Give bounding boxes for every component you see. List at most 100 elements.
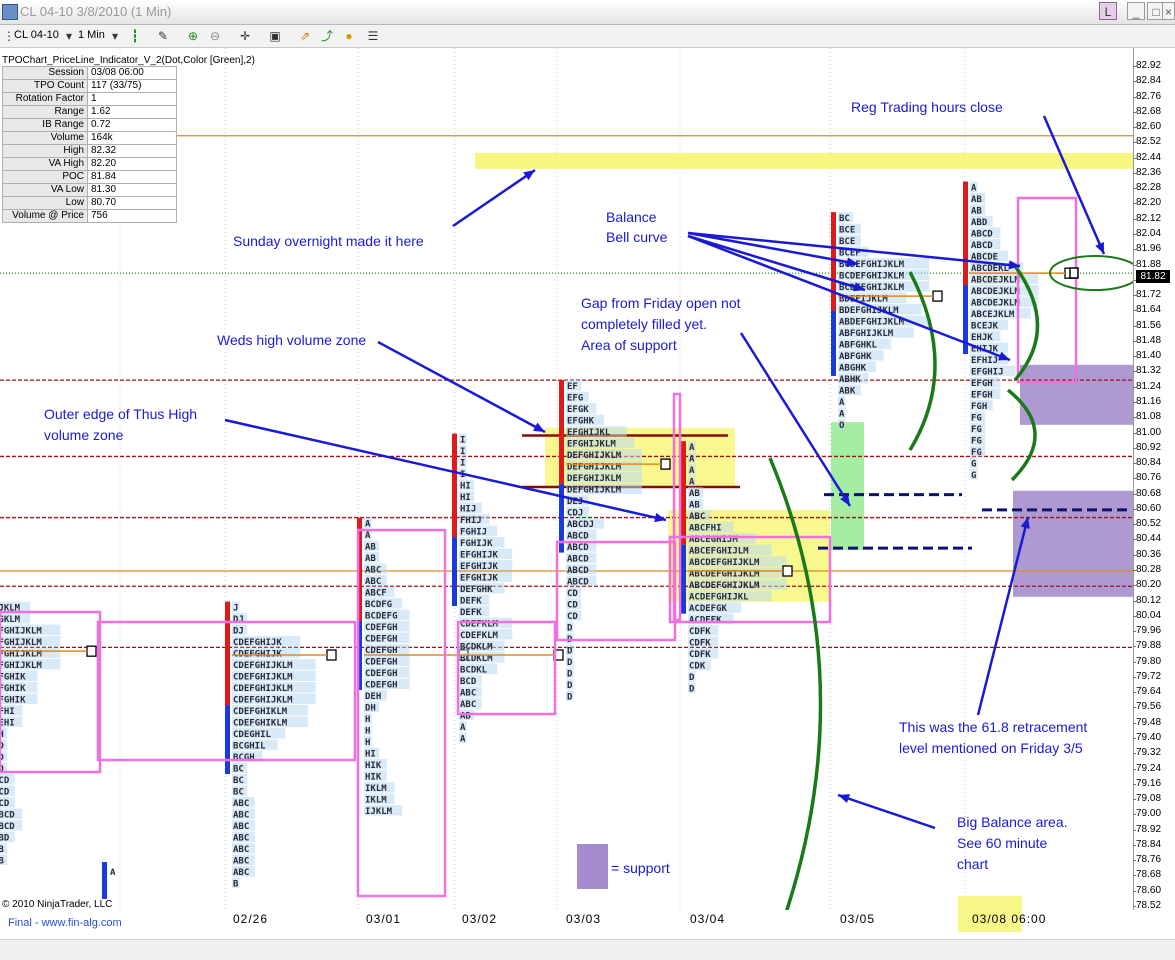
- annotation-retracement-line1: This was the 61.8 retracement: [899, 719, 1088, 735]
- tpo-row: CD: [567, 601, 578, 611]
- tpo-row: EFGHIK: [0, 684, 26, 694]
- info-row: VA Low 81.30: [2, 183, 177, 197]
- crosshair-icon[interactable]: ✛: [238, 29, 252, 43]
- zoom-out-icon[interactable]: ⊖: [208, 29, 222, 43]
- strategies-icon[interactable]: ⤴: [320, 29, 334, 43]
- y-tick-label: 82.84: [1132, 75, 1162, 87]
- y-tick-label: 80.52: [1132, 518, 1162, 530]
- poc-marker: [932, 290, 943, 302]
- info-value: 81.84: [87, 170, 177, 184]
- instrument-selector[interactable]: CL 04-10: [14, 29, 59, 41]
- y-tick-label: 79.48: [1132, 716, 1162, 728]
- tpo-row: A: [839, 410, 845, 420]
- indicators-icon[interactable]: ⇗: [298, 29, 312, 43]
- tpo-row: AB: [0, 845, 4, 855]
- tpo-row: EFGH: [971, 391, 993, 401]
- annotation-gap-line1: Gap from Friday open not: [581, 295, 741, 311]
- tpo-row: ABCD: [567, 566, 589, 576]
- properties-icon[interactable]: ▣: [268, 29, 282, 43]
- tpo-row: FHIJ: [460, 516, 482, 526]
- y-tick-label: 80.92: [1132, 441, 1162, 453]
- tpo-row: BCGH: [233, 753, 255, 763]
- zoom-in-icon[interactable]: ⊕: [186, 29, 200, 43]
- initial-balance-bar: [681, 544, 686, 614]
- tpo-row: ABCEFGHIJLM: [689, 547, 749, 557]
- close-button[interactable]: ×: [1162, 2, 1175, 20]
- info-value: 03/08 06:00: [87, 66, 177, 80]
- initial-balance-bar: [963, 181, 968, 286]
- tpo-row: ABCDEJKLM: [971, 287, 1020, 297]
- footer-link[interactable]: Final - www.fin-alg.com: [8, 917, 122, 929]
- y-tick-label: 81.32: [1132, 365, 1162, 377]
- tpo-row: FG: [971, 437, 982, 447]
- tpo-row: BCDKL: [460, 666, 488, 676]
- tpo-row: H: [365, 727, 370, 737]
- y-tick-label: 79.72: [1132, 670, 1162, 682]
- y-tick-label: 79.88: [1132, 640, 1162, 652]
- tpo-row: DH: [365, 704, 376, 714]
- y-tick-label: 78.84: [1132, 838, 1162, 850]
- chart-style-icon[interactable]: ┇: [128, 29, 142, 43]
- tpo-row: ABC: [233, 857, 249, 867]
- info-key: Volume: [2, 131, 88, 145]
- initial-balance-bar: [559, 380, 564, 484]
- y-tick-label: 79.32: [1132, 747, 1162, 759]
- tpo-row: ABC: [233, 811, 249, 821]
- y-tick-label: 82.68: [1132, 105, 1162, 117]
- info-value: 164k: [87, 131, 177, 145]
- annotation-thus-line1: Outer edge of Thus High: [44, 406, 198, 422]
- tpo-row: CD: [567, 589, 578, 599]
- link-button[interactable]: L: [1099, 2, 1117, 20]
- data-box-icon[interactable]: ☰: [366, 29, 380, 43]
- tpo-row: ABCDEJKLM: [971, 276, 1020, 286]
- tpo-row: B: [233, 880, 239, 890]
- initial-balance-bar: [831, 310, 836, 376]
- tpo-row: A: [689, 478, 695, 488]
- tpo-row: DEH: [365, 692, 381, 702]
- info-row: Rotation Factor 1: [2, 92, 177, 106]
- info-value: 80.70: [87, 196, 177, 210]
- tpo-row: A: [460, 735, 466, 745]
- y-tick-label: 81.08: [1132, 411, 1162, 423]
- tpo-row: CDEFGH: [365, 635, 398, 645]
- tpo-row: D: [567, 670, 573, 680]
- tpo-row: CDFK: [689, 650, 711, 660]
- interval-dropdown-icon[interactable]: ▾: [108, 29, 122, 43]
- info-value: 82.20: [87, 157, 177, 171]
- info-row: Range 1.62: [2, 105, 177, 119]
- coin-icon[interactable]: ●: [342, 29, 356, 43]
- info-key: Volume @ Price: [2, 209, 88, 223]
- tpo-row: BC: [839, 214, 850, 224]
- tpo-row: ABCDEJKLM: [971, 299, 1020, 309]
- tpo-row: CD: [567, 612, 578, 622]
- y-tick-label: 79.96: [1132, 625, 1162, 637]
- tpo-row: CDEFGHIJKLM: [233, 684, 293, 694]
- tpo-row: A: [971, 184, 977, 194]
- poc-marker: [782, 565, 793, 577]
- interval-selector[interactable]: 1 Min: [78, 29, 105, 41]
- initial-balance-bar: [452, 433, 457, 538]
- tpo-row: ABFGHIJKLM: [839, 329, 894, 339]
- y-tick-label: 82.52: [1132, 136, 1162, 148]
- tpo-row: A: [839, 398, 845, 408]
- tpo-row: BC: [233, 776, 244, 786]
- tpo-row: EFGHIJK: [460, 562, 499, 572]
- tpo-row: BCDKLM: [460, 643, 493, 653]
- support-zone-lower: [1013, 490, 1133, 597]
- arrow-sunday-head: [523, 170, 535, 181]
- info-row: Volume 164k: [2, 131, 177, 145]
- poc-marker: [326, 649, 337, 661]
- drawing-tool-icon[interactable]: ✎: [156, 29, 170, 43]
- minimize-button[interactable]: _: [1127, 2, 1145, 20]
- tpo-row: BCEJK: [971, 322, 999, 332]
- tpo-row: EFGHIJKLM: [0, 627, 42, 637]
- annotation-weds: Weds high volume zone: [217, 332, 367, 348]
- annotation-balance-line2: Bell curve: [606, 229, 668, 245]
- instrument-dropdown-icon[interactable]: ▾: [62, 29, 76, 43]
- tpo-row: AB: [689, 489, 700, 499]
- info-value: 117 (33/75): [87, 79, 177, 93]
- y-tick-label: 81.40: [1132, 350, 1162, 362]
- info-value: 1.62: [87, 105, 177, 119]
- info-key: Low: [2, 196, 88, 210]
- y-tick-label: 82.60: [1132, 121, 1162, 133]
